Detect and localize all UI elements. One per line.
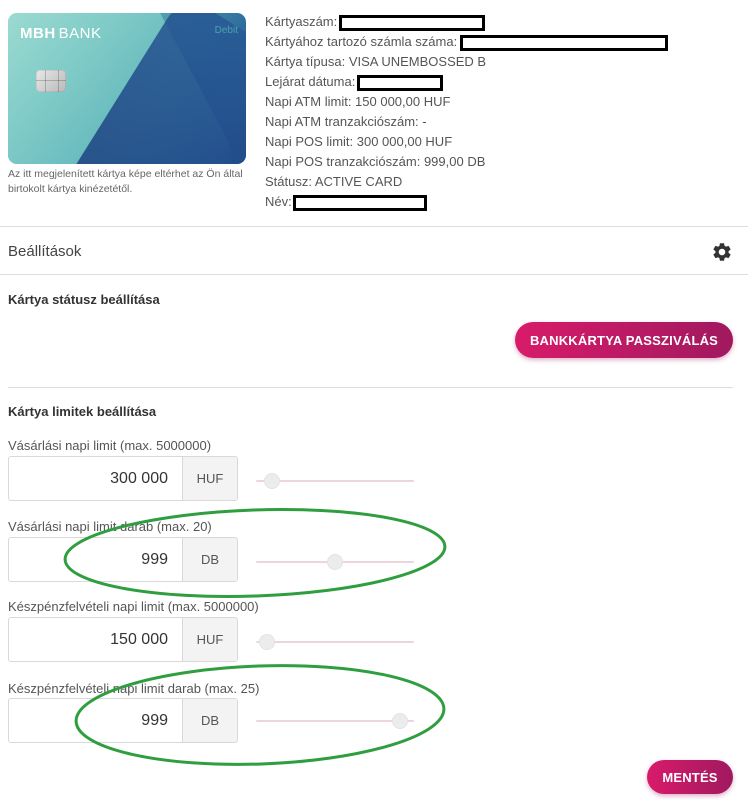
cash-count-label: Készpénzfelvételi napi limit darab (max.… <box>8 681 260 696</box>
slider-track <box>256 720 414 722</box>
cash-limit-slider[interactable] <box>256 635 414 649</box>
purchase-count-field[interactable]: 999 DB <box>8 537 238 582</box>
slider-thumb[interactable] <box>392 714 407 728</box>
slider-thumb[interactable] <box>264 474 279 488</box>
purchase-count-input[interactable]: 999 <box>9 538 182 581</box>
redacted-card-number <box>339 14 486 31</box>
currency-unit: HUF <box>182 618 237 661</box>
card-image: MBH BANK Debit <box>8 13 246 164</box>
settings-title: Beállítások <box>8 243 82 260</box>
purchase-limit-input[interactable]: 300 000 <box>9 457 182 500</box>
pos-tx-count-row: Napi POS tranzakciószám: 999,00 DB <box>265 154 486 169</box>
redacted-name <box>292 194 427 211</box>
gear-icon[interactable] <box>711 241 733 263</box>
count-unit: DB <box>182 538 237 581</box>
slider-thumb[interactable] <box>260 635 275 649</box>
purchase-limit-field[interactable]: 300 000 HUF <box>8 456 238 501</box>
divider <box>0 226 748 227</box>
atm-tx-count-row: Napi ATM tranzakciószám: - <box>265 114 427 129</box>
purchase-limit-slider[interactable] <box>256 474 414 488</box>
pos-limit-row: Napi POS limit: 300 000,00 HUF <box>265 134 453 149</box>
cash-count-input[interactable]: 999 <box>9 699 182 742</box>
account-number-row: Kártyához tartozó számla száma: <box>265 32 669 52</box>
card-type-label: Debit <box>214 25 238 36</box>
cash-limit-field[interactable]: 150 000 HUF <box>8 617 238 662</box>
name-row: Név: <box>265 192 668 212</box>
currency-unit: HUF <box>182 457 237 500</box>
bank-logo: MBH BANK <box>20 25 102 42</box>
status-section-title: Kártya státusz beállítása <box>8 292 160 307</box>
slider-track <box>256 641 414 643</box>
limits-section-title: Kártya limitek beállítása <box>8 404 157 419</box>
card-image-disclaimer: Az itt megjelenített kártya képe eltérhe… <box>8 168 243 195</box>
expiry-row: Lejárat dátuma: <box>265 72 668 92</box>
cash-count-slider[interactable] <box>256 714 414 728</box>
divider <box>8 387 733 388</box>
cash-count-field[interactable]: 999 DB <box>8 698 238 743</box>
cash-limit-label: Készpénzfelvételi napi limit (max. 50000… <box>8 599 259 614</box>
status-row: Státusz: ACTIVE CARD <box>265 174 403 189</box>
purchase-limit-label: Vásárlási napi limit (max. 5000000) <box>8 438 212 453</box>
card-type-row: Kártya típusa: VISA UNEMBOSSED B <box>265 54 487 69</box>
divider <box>0 274 748 275</box>
purchase-count-slider[interactable] <box>256 555 414 569</box>
atm-limit-row: Napi ATM limit: 150 000,00 HUF <box>265 94 451 109</box>
purchase-count-label: Vásárlási napi limit darab (max. 20) <box>8 519 212 534</box>
slider-thumb[interactable] <box>328 555 342 569</box>
redacted-expiry <box>357 74 444 91</box>
count-unit: DB <box>182 699 237 742</box>
cash-limit-input[interactable]: 150 000 <box>9 618 182 661</box>
chip-icon <box>36 70 66 92</box>
card-info: Kártyaszám: Kártyához tartozó számla szá… <box>265 12 669 212</box>
slider-track <box>256 480 414 482</box>
redacted-account-number <box>460 34 669 51</box>
deactivate-card-button[interactable]: BANKKÁRTYA PASSZIVÁLÁS <box>515 322 733 358</box>
card-number-row: Kártyaszám: <box>265 12 668 32</box>
save-button[interactable]: MENTÉS <box>647 760 733 794</box>
